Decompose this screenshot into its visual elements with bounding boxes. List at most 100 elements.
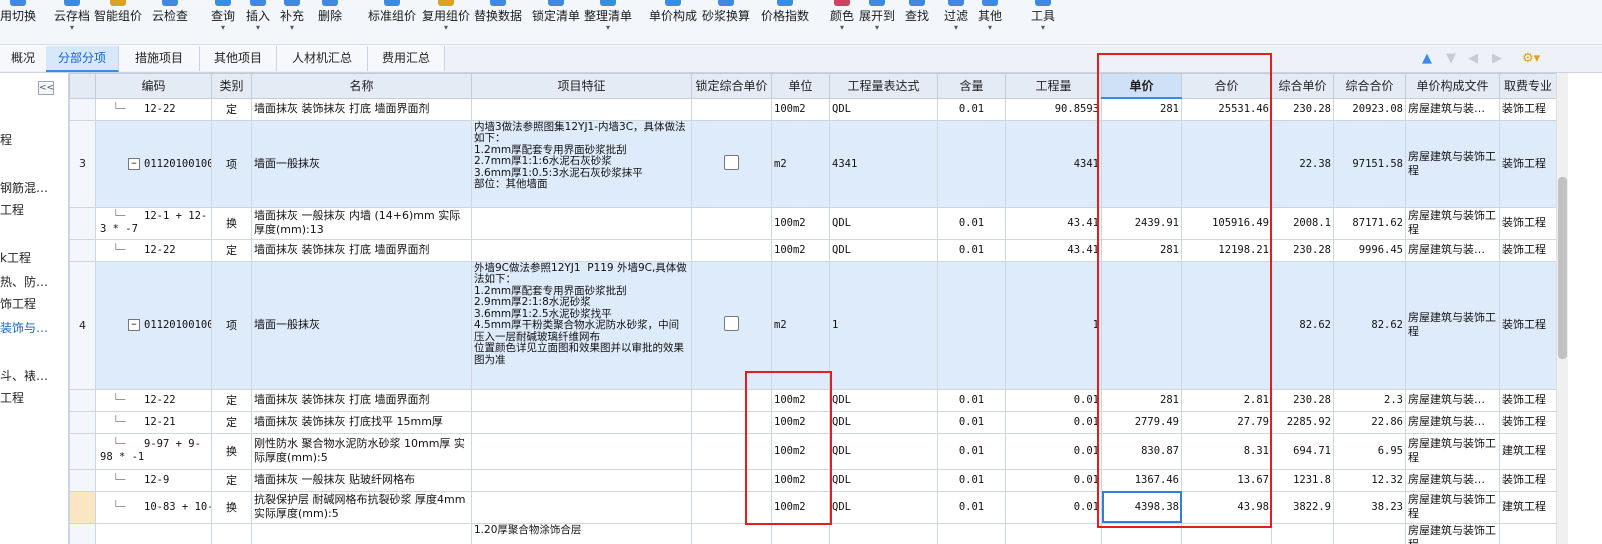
cell-name[interactable]: 墙面一般抹灰	[251, 260, 472, 390]
cell-name[interactable]: 墙面抹灰 装饰抹灰 打底 墙面界面剂	[251, 388, 472, 412]
cell-type[interactable]: 换	[211, 206, 252, 240]
cell-expr[interactable]: QDL	[829, 206, 938, 240]
cell-lock-price[interactable]	[691, 260, 772, 390]
cell-feature[interactable]	[471, 432, 692, 470]
cell-major[interactable]: 装饰工程	[1499, 206, 1556, 240]
cell-content[interactable]: 0.01	[937, 468, 1006, 492]
cell-major[interactable]: 装饰工程	[1499, 97, 1556, 121]
cell-major[interactable]: 装饰工程	[1499, 388, 1556, 412]
cell-type[interactable]: 定	[211, 238, 252, 262]
cell-content[interactable]	[937, 522, 1006, 544]
cell-feature[interactable]	[471, 206, 692, 240]
cell-expr[interactable]: QDL	[829, 490, 938, 524]
cell-name[interactable]: 墙面抹灰 装饰抹灰 打底找平 15mm厚	[251, 410, 472, 434]
quota-row[interactable]: └─ 12-22 定墙面抹灰 装饰抹灰 打底 墙面界面剂 100m2 QDL 0.01 90…	[69, 97, 1556, 121]
cell-expr[interactable]: QDL	[829, 468, 938, 492]
reuse-pricing-button[interactable]: 复用组价 ▾	[420, 0, 472, 44]
quota-row[interactable]: 1.20厚聚合物涂饰合层 房屋建筑与装饰工程	[69, 522, 1556, 544]
cell-feature[interactable]	[471, 490, 692, 524]
tree-item[interactable]: 工程	[0, 389, 24, 406]
cell-name[interactable]: 墙面抹灰 一般抹灰 贴玻纤网格布	[251, 468, 472, 492]
cell-content[interactable]: 0.01	[937, 206, 1006, 240]
collapse-panel-button[interactable]: <<	[38, 81, 54, 95]
cell-type[interactable]: 换	[211, 432, 252, 470]
cell-feature[interactable]	[471, 388, 692, 412]
cell-unit-price[interactable]: 82.62	[1271, 260, 1334, 390]
cell-lock-price[interactable]	[691, 206, 772, 240]
cell-code[interactable]: └─ 12-9	[95, 468, 212, 492]
cell-code[interactable]: −011201001006	[95, 260, 212, 390]
cell-feature[interactable]: 内墙3做法参照图集12YJ1-内墙3C，具体做法如下： 1.2mm厚配套专用界面…	[471, 119, 692, 208]
cell-qty[interactable]: 0.01	[1005, 432, 1102, 470]
cell-unit-price[interactable]: 3822.9	[1271, 490, 1334, 524]
cell-code[interactable]	[95, 522, 212, 544]
cell-unit-price[interactable]: 230.28	[1271, 388, 1334, 412]
cell-file[interactable]: 房屋建筑与装饰工程	[1405, 522, 1500, 544]
cell-unit-price[interactable]: 22.38	[1271, 119, 1334, 208]
cell-content[interactable]: 0.01	[937, 97, 1006, 121]
cell-lock-price[interactable]	[691, 238, 772, 262]
cell-expr[interactable]: QDL	[829, 97, 938, 121]
cell-type[interactable]: 定	[211, 97, 252, 121]
col-unit-header[interactable]: 单位	[771, 73, 830, 99]
cell-major[interactable]: 装饰工程	[1499, 260, 1556, 390]
cell-unit-total[interactable]: 6.95	[1333, 432, 1406, 470]
cell-expr[interactable]: QDL	[829, 432, 938, 470]
cell-lock-price[interactable]	[691, 522, 772, 544]
tools-button[interactable]: 工具 ▾	[1017, 0, 1069, 44]
cell-expr[interactable]	[829, 522, 938, 544]
tab-other-items[interactable]: 其他项目	[200, 46, 277, 71]
cell-expr[interactable]: QDL	[829, 238, 938, 262]
col-unit-price-header[interactable]: 综合单价	[1271, 73, 1334, 99]
col-expr-header[interactable]: 工程量表达式	[829, 73, 938, 99]
standard-pricing-button[interactable]: 标准组价	[366, 0, 418, 44]
cell-unit-total[interactable]: 38.23	[1333, 490, 1406, 524]
cell-unit[interactable]: m2	[771, 260, 830, 390]
cell-unit-price[interactable]: 2008.1	[1271, 206, 1334, 240]
cloud-check-button[interactable]: 云检查	[144, 0, 196, 44]
cell-file[interactable]: 房屋建筑与装…	[1405, 97, 1500, 121]
cell-file[interactable]: 房屋建筑与装饰工程	[1405, 119, 1500, 208]
cell-qty[interactable]: 1	[1005, 260, 1102, 390]
cell-unit-total[interactable]: 22.86	[1333, 410, 1406, 434]
cell-feature[interactable]: 外墙9C做法参照12YJ1 P119 外墙9C,具体做法如下： 1.2mm厚配套…	[471, 260, 692, 390]
cell-type[interactable]	[211, 522, 252, 544]
cell-major[interactable]	[1499, 522, 1556, 544]
cell-unit[interactable]: 100m2	[771, 97, 830, 121]
replace-data-button[interactable]: 替换数据	[472, 0, 524, 44]
cell-content[interactable]: 0.01	[937, 410, 1006, 434]
bill-item-row[interactable]: 3−011201001005项墙面一般抹灰内墙3做法参照图集12YJ1-内墙3C…	[69, 119, 1556, 208]
cell-unit-price[interactable]: 694.71	[1271, 432, 1334, 470]
cell-major[interactable]: 建筑工程	[1499, 432, 1556, 470]
cell-name[interactable]: 墙面抹灰 装饰抹灰 打底 墙面界面剂	[251, 238, 472, 262]
collapse-row-icon[interactable]: −	[128, 157, 140, 170]
cell-qty[interactable]: 0.01	[1005, 410, 1102, 434]
col-feature-header[interactable]: 项目特征	[471, 73, 692, 99]
cell-content[interactable]: 0.01	[937, 432, 1006, 470]
cell-type[interactable]: 定	[211, 388, 252, 412]
tree-item[interactable]: 热、防…	[0, 273, 48, 290]
cell-file[interactable]: 房屋建筑与装…	[1405, 468, 1500, 492]
cell-file[interactable]: 房屋建筑与装饰工程	[1405, 206, 1500, 240]
tab-measures[interactable]: 措施项目	[119, 46, 200, 71]
cell-code[interactable]: └─ 12-21	[95, 410, 212, 434]
cell-type[interactable]: 换	[211, 490, 252, 524]
col-content-header[interactable]: 含量	[937, 73, 1006, 99]
cell-unit[interactable]: 100m2	[771, 238, 830, 262]
cell-major[interactable]: 装饰工程	[1499, 238, 1556, 262]
scrollbar-thumb[interactable]	[1558, 177, 1567, 359]
cell-lock-price[interactable]	[691, 97, 772, 121]
cell-name[interactable]: 抗裂保护层 耐碱网格布抗裂砂浆 厚度4mm 实际厚度(mm):5	[251, 490, 472, 524]
cell-expr[interactable]: QDL	[829, 410, 938, 434]
col-type-header[interactable]: 类别	[211, 73, 252, 99]
move-down-icon[interactable]: ▼	[1446, 51, 1456, 66]
cell-major[interactable]: 装饰工程	[1499, 468, 1556, 492]
cell-unit-price[interactable]: 230.28	[1271, 238, 1334, 262]
other-button[interactable]: 其他 ▾	[964, 0, 1016, 44]
tree-item[interactable]: 钢筋混…	[0, 179, 48, 196]
tree-item[interactable]: 斗、裱…	[0, 367, 48, 384]
cell-qty[interactable]: 43.41	[1005, 238, 1102, 262]
cell-unit-total[interactable]: 20923.08	[1333, 97, 1406, 121]
cell-unit-total[interactable]	[1333, 522, 1406, 544]
cell-file[interactable]: 房屋建筑与装饰工程	[1405, 260, 1500, 390]
